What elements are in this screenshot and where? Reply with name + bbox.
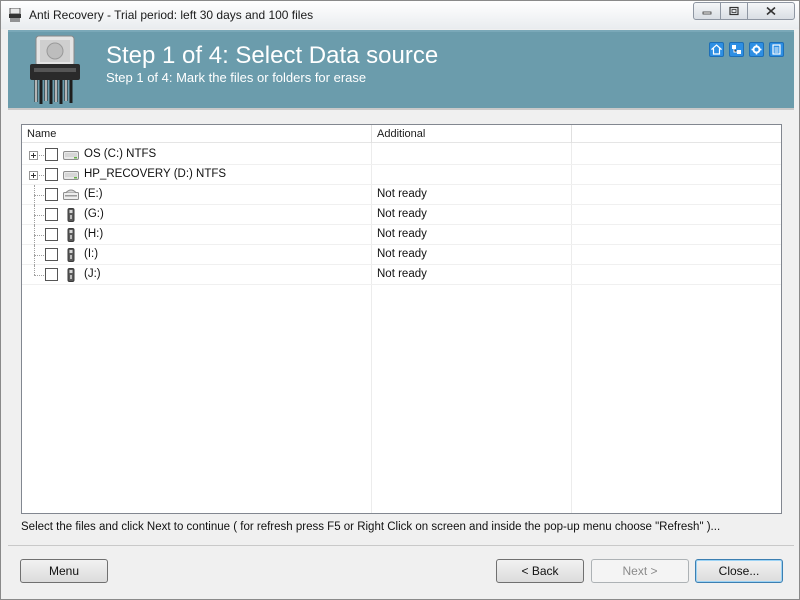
usb-drive-icon: [67, 248, 75, 262]
row-label: OS (C:) NTFS: [84, 148, 157, 160]
header-divider: [8, 108, 794, 110]
optical-drive-icon: [63, 189, 79, 200]
drive-tree-list[interactable]: Name Additional OS (C:) NTFS HP_RECOVERY…: [21, 124, 782, 514]
home-button[interactable]: [709, 42, 724, 57]
usb-drive-icon: [67, 228, 75, 242]
column-header-row: Name Additional: [22, 125, 781, 143]
app-window: Anti Recovery - Trial period: left 30 da…: [0, 0, 800, 600]
row-label: (G:): [84, 208, 104, 220]
hard-drive-icon: [63, 151, 79, 160]
tree-row[interactable]: (E:) Not ready: [22, 185, 781, 205]
menu-button[interactable]: Menu: [20, 559, 108, 583]
tree-row[interactable]: (J:) Not ready: [22, 265, 781, 285]
expand-toggle[interactable]: [29, 171, 38, 180]
next-button[interactable]: Next >: [591, 559, 689, 583]
window-title: Anti Recovery - Trial period: left 30 da…: [29, 8, 314, 22]
step-title: Step 1 of 4: Select Data source: [106, 42, 439, 69]
row-label: (I:): [84, 248, 99, 260]
usb-drive-icon: [67, 268, 75, 282]
row-additional: Not ready: [377, 208, 427, 220]
shredder-icon: [9, 8, 21, 22]
row-checkbox[interactable]: [45, 168, 58, 181]
row-checkbox[interactable]: [45, 148, 58, 161]
usb-drive-icon: [67, 208, 75, 222]
tree-connector: [34, 255, 44, 256]
row-label: (J:): [84, 268, 101, 280]
tree-connector: [34, 195, 44, 196]
row-checkbox[interactable]: [45, 208, 58, 221]
back-button[interactable]: < Back: [496, 559, 584, 583]
step-subtitle: Step 1 of 4: Mark the files or folders f…: [106, 70, 367, 85]
row-checkbox[interactable]: [45, 268, 58, 281]
instruction-text: Select the files and click Next to conti…: [21, 521, 721, 533]
tree-connector: [34, 265, 35, 275]
home-icon: [711, 44, 722, 55]
tree-row[interactable]: (G:) Not ready: [22, 205, 781, 225]
tree-row[interactable]: (I:) Not ready: [22, 245, 781, 265]
row-checkbox[interactable]: [45, 228, 58, 241]
settings-button[interactable]: [749, 42, 764, 57]
maximize-icon: [729, 6, 739, 16]
minimize-icon: [702, 11, 712, 15]
title-bar: Anti Recovery - Trial period: left 30 da…: [1, 1, 799, 29]
tree-connector: [34, 235, 44, 236]
document-icon: [772, 44, 781, 55]
close-icon: [766, 6, 776, 16]
tree-connector: [34, 275, 44, 276]
row-label: (E:): [84, 188, 103, 200]
tree-row[interactable]: HP_RECOVERY (D:) NTFS: [22, 165, 781, 185]
close-button[interactable]: Close...: [695, 559, 783, 583]
maximize-button[interactable]: [720, 2, 748, 20]
hard-drive-icon: [63, 171, 79, 180]
tree-row[interactable]: OS (C:) NTFS: [22, 145, 781, 165]
expand-toggle[interactable]: [29, 151, 38, 160]
row-additional: Not ready: [377, 268, 427, 280]
row-additional: Not ready: [377, 228, 427, 240]
row-checkbox[interactable]: [45, 188, 58, 201]
document-button[interactable]: [769, 42, 784, 57]
network-icon: [732, 45, 741, 54]
tree-row[interactable]: (H:) Not ready: [22, 225, 781, 245]
tree-rows: OS (C:) NTFS HP_RECOVERY (D:) NTFS (E:) …: [22, 145, 781, 285]
shredder-logo-icon: [30, 35, 80, 104]
tree-connector: [34, 215, 44, 216]
row-checkbox[interactable]: [45, 248, 58, 261]
column-header-additional[interactable]: Additional: [372, 125, 572, 143]
column-header-name[interactable]: Name: [22, 125, 372, 143]
settings-icon: [751, 44, 762, 55]
wizard-header: Step 1 of 4: Select Data source Step 1 o…: [8, 30, 794, 108]
row-additional: Not ready: [377, 248, 427, 260]
row-label: HP_RECOVERY (D:) NTFS: [84, 168, 227, 180]
minimize-button[interactable]: [693, 2, 721, 20]
close-window-button[interactable]: [747, 2, 795, 20]
column-header-extra[interactable]: [572, 125, 781, 143]
row-label: (H:): [84, 228, 104, 240]
footer-divider: [8, 545, 794, 546]
network-button[interactable]: [729, 42, 744, 57]
row-additional: Not ready: [377, 188, 427, 200]
